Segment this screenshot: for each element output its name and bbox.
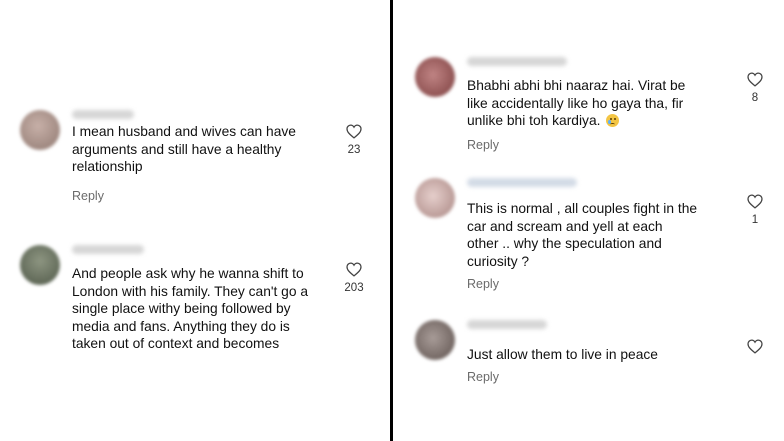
comment-text-line: unlike bhi toh kardiya. xyxy=(467,113,601,128)
reply-button[interactable]: Reply xyxy=(72,189,104,203)
comment-text: I mean husband and wives can have argume… xyxy=(72,124,296,174)
comment-item: This is normal , all couples fight in th… xyxy=(415,178,765,293)
like-control[interactable]: 1 xyxy=(744,194,766,226)
reply-button[interactable]: Reply xyxy=(467,277,499,291)
comment-item: I mean husband and wives can have argume… xyxy=(20,110,370,210)
comment-text-line: like accidentally like ho gaya tha, fir xyxy=(467,95,684,111)
comment-text: Bhabhi abhi bhi naaraz hai. Virat be like… xyxy=(467,77,685,130)
like-control[interactable]: 203 xyxy=(343,262,365,294)
like-count: 203 xyxy=(344,282,364,294)
comment-text: This is normal , all couples fight in th… xyxy=(467,201,698,269)
reply-button[interactable]: Reply xyxy=(467,138,499,152)
like-count: 8 xyxy=(751,92,759,104)
comment-text: And people ask why he wanna shift to Lon… xyxy=(72,266,309,351)
avatar[interactable] xyxy=(20,110,60,150)
like-control[interactable]: 8 xyxy=(744,72,766,104)
heart-icon[interactable] xyxy=(346,124,362,139)
crying-face-icon xyxy=(606,114,620,127)
username-blurred[interactable] xyxy=(467,57,567,66)
comment-text: Just allow them to live in peace xyxy=(467,347,658,362)
like-count: 23 xyxy=(347,144,361,156)
heart-icon[interactable] xyxy=(747,339,763,354)
reply-button[interactable]: Reply xyxy=(467,370,499,384)
comment-item: Bhabhi abhi bhi naaraz hai. Virat be like… xyxy=(415,57,765,157)
left-comment-panel: I mean husband and wives can have argume… xyxy=(0,0,390,441)
heart-icon[interactable] xyxy=(747,194,763,209)
username-blurred[interactable] xyxy=(72,110,134,119)
comment-item: Just allow them to live in peace Reply xyxy=(415,320,765,395)
heart-icon[interactable] xyxy=(346,262,362,277)
comment-text-line: Bhabhi abhi bhi naaraz hai. Virat be xyxy=(467,78,686,93)
username-blurred[interactable] xyxy=(467,320,547,329)
avatar[interactable] xyxy=(415,178,455,218)
comment-item: And people ask why he wanna shift to Lon… xyxy=(20,245,370,365)
heart-icon[interactable] xyxy=(747,72,763,87)
avatar[interactable] xyxy=(415,320,455,360)
like-control[interactable]: 23 xyxy=(343,124,365,156)
avatar[interactable] xyxy=(20,245,60,285)
like-count: 1 xyxy=(751,214,759,226)
like-control[interactable] xyxy=(744,339,766,354)
avatar[interactable] xyxy=(415,57,455,97)
username-blurred[interactable] xyxy=(467,178,577,187)
username-blurred[interactable] xyxy=(72,245,144,254)
right-comment-panel: Bhabhi abhi bhi naaraz hai. Virat be like… xyxy=(393,0,784,441)
